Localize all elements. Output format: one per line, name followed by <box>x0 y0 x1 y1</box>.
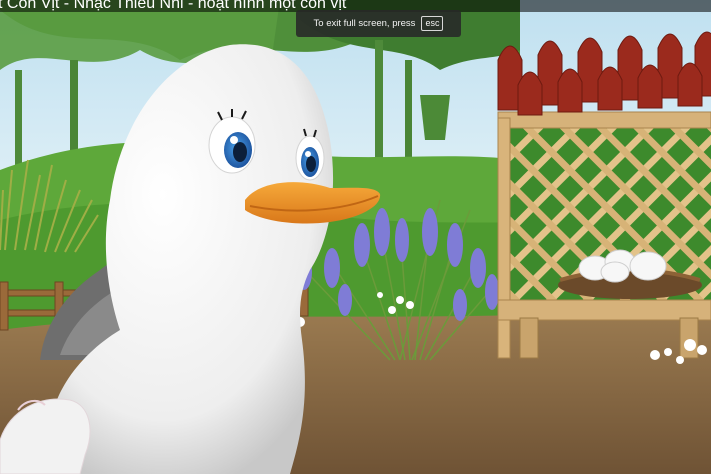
esc-key-badge: esc <box>421 16 444 31</box>
nest-box <box>497 31 711 359</box>
video-title: t Con Vịt - Nhạc Thiếu Nhi - hoạt hình m… <box>0 0 347 12</box>
video-frame[interactable] <box>0 0 711 474</box>
fullscreen-exit-toast: To exit full screen, press esc <box>296 10 461 37</box>
fullscreen-exit-message: To exit full screen, press <box>313 18 416 29</box>
